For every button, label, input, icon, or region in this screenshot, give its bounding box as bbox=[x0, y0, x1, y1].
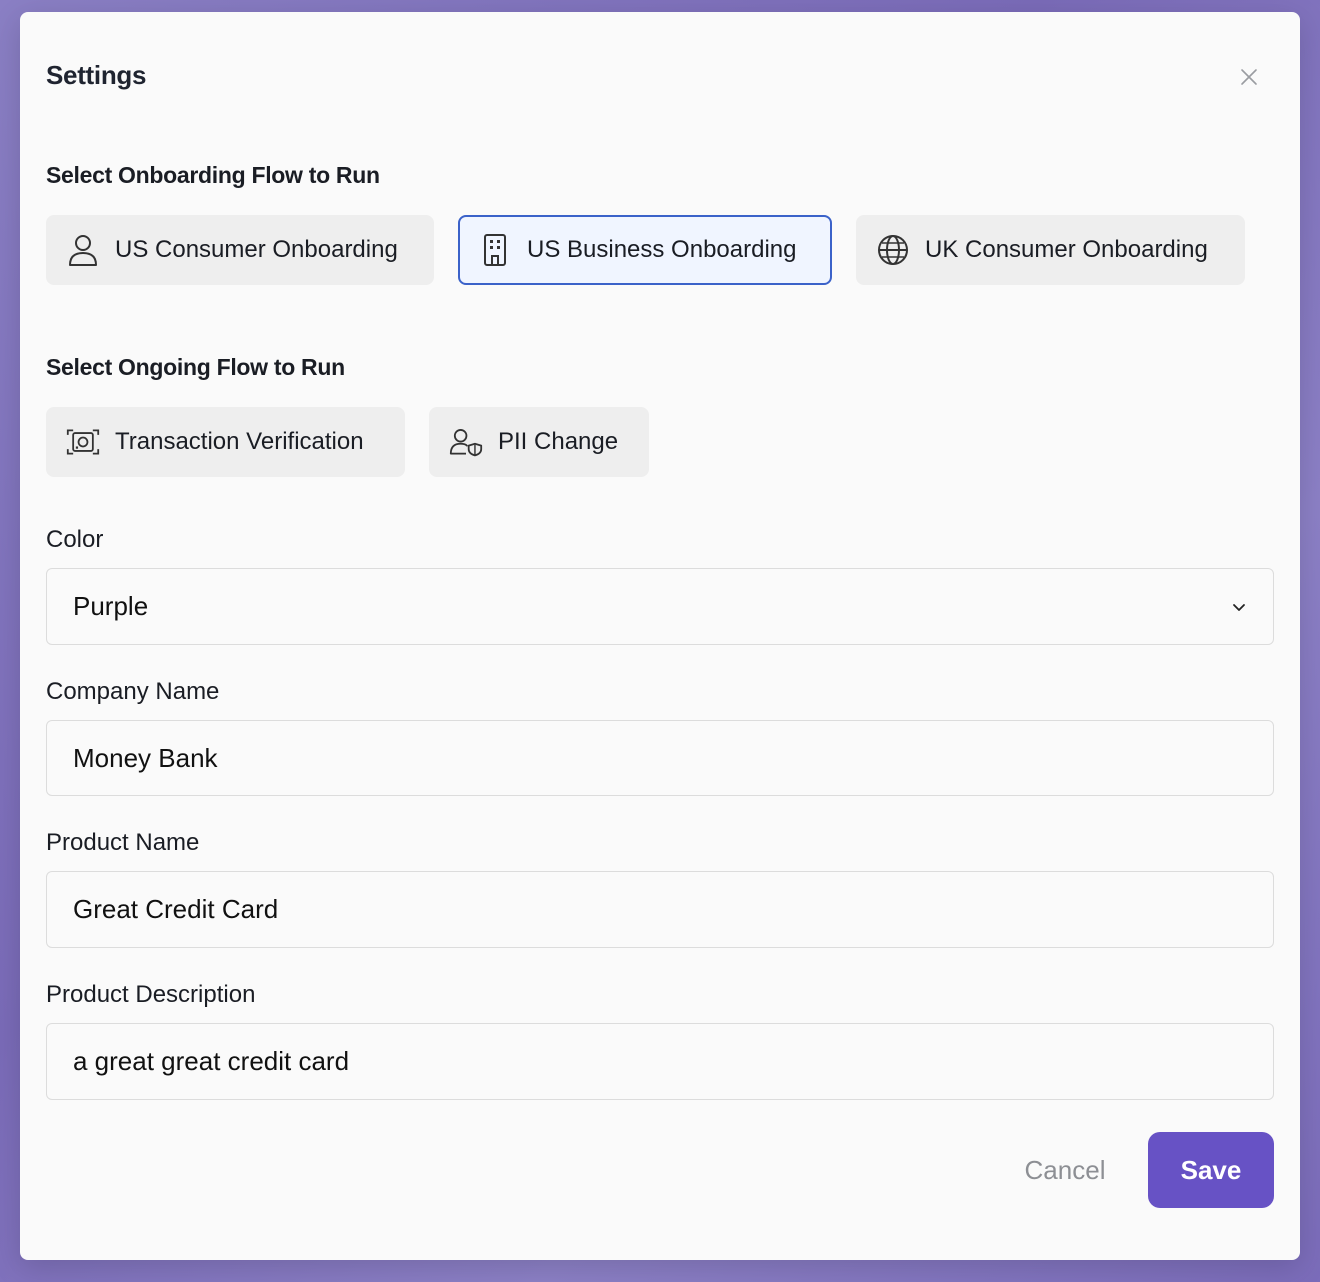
flow-us-consumer-onboarding[interactable]: US Consumer Onboarding bbox=[46, 215, 434, 285]
flow-label: UK Consumer Onboarding bbox=[925, 236, 1208, 263]
chevron-down-icon bbox=[1233, 604, 1245, 611]
user-icon bbox=[66, 233, 100, 267]
product-description-label: Product Description bbox=[46, 981, 256, 1008]
product-name-field-wrapper bbox=[46, 871, 1274, 948]
product-name-input[interactable] bbox=[73, 894, 1273, 925]
user-shield-icon bbox=[449, 425, 483, 459]
product-description-input[interactable] bbox=[73, 1046, 1273, 1077]
close-button[interactable] bbox=[1236, 64, 1262, 90]
close-icon bbox=[1241, 69, 1257, 85]
product-description-field-wrapper bbox=[46, 1023, 1274, 1100]
modal-title: Settings bbox=[46, 60, 147, 90]
product-name-label: Product Name bbox=[46, 829, 200, 856]
flow-pii-change[interactable]: PII Change bbox=[429, 407, 649, 477]
building-icon bbox=[478, 233, 512, 267]
globe-icon bbox=[876, 233, 910, 267]
company-name-input[interactable] bbox=[73, 742, 1273, 774]
flow-label: US Consumer Onboarding bbox=[115, 236, 398, 263]
onboarding-section-title: Select Onboarding Flow to Run bbox=[46, 162, 380, 188]
flow-us-business-onboarding[interactable]: US Business Onboarding bbox=[458, 215, 832, 285]
settings-modal: Settings Select Onboarding Flow to Run U… bbox=[20, 12, 1300, 1260]
color-select[interactable]: Purple bbox=[46, 568, 1274, 645]
flow-label: PII Change bbox=[498, 428, 619, 455]
money-scan-icon bbox=[66, 425, 100, 459]
flow-label: US Business Onboarding bbox=[527, 236, 797, 263]
company-name-label: Company Name bbox=[46, 678, 220, 705]
company-name-field-wrapper bbox=[46, 720, 1274, 796]
flow-label: Transaction Verification bbox=[115, 428, 364, 455]
flow-uk-consumer-onboarding[interactable]: UK Consumer Onboarding bbox=[856, 215, 1245, 285]
color-select-value: Purple bbox=[73, 591, 149, 621]
ongoing-section-title: Select Ongoing Flow to Run bbox=[46, 354, 345, 380]
flow-transaction-verification[interactable]: Transaction Verification bbox=[46, 407, 405, 477]
color-label: Color bbox=[46, 526, 104, 553]
save-button[interactable]: Save bbox=[1148, 1132, 1274, 1208]
cancel-button[interactable]: Cancel bbox=[1010, 1132, 1120, 1208]
